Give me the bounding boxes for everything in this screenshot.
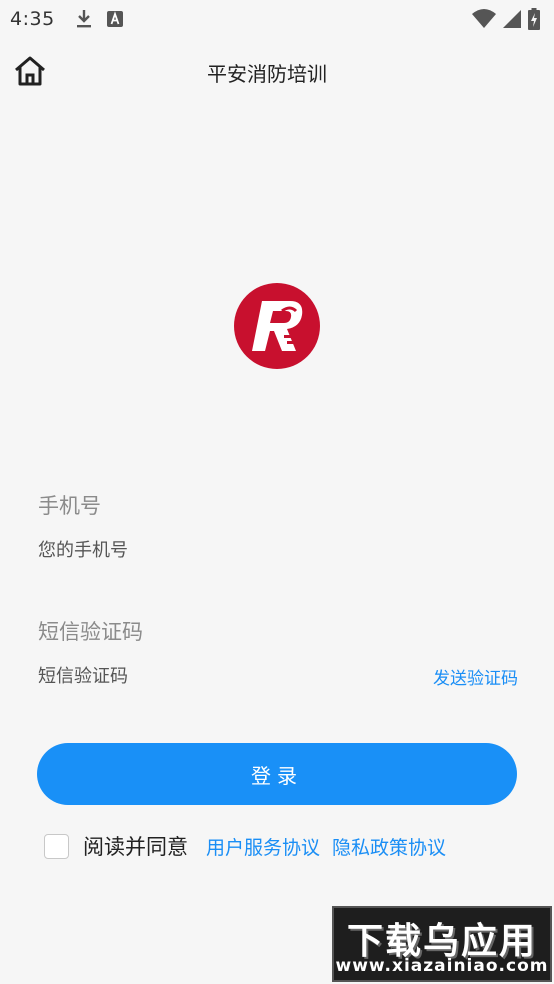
watermark: 下载乌应用 www.xiazainiao.com: [332, 906, 552, 982]
sms-code-input[interactable]: [38, 656, 398, 696]
signal-icon: [502, 9, 522, 29]
wifi-icon: [472, 9, 496, 29]
phone-label: 手机号: [38, 490, 518, 522]
watermark-url: www.xiazainiao.com: [334, 956, 550, 976]
battery-charging-icon: [528, 8, 540, 30]
agreement-row: 阅读并同意 用户服务协议 隐私政策协议: [44, 828, 458, 864]
app-logo: [232, 281, 322, 371]
title-bar: 平安消防培训: [0, 44, 554, 100]
status-bar: 4:35: [0, 0, 554, 38]
status-time: 4:35: [10, 8, 55, 30]
agree-checkbox[interactable]: [44, 834, 69, 859]
code-label: 短信验证码: [38, 616, 518, 648]
privacy-policy-link[interactable]: 隐私政策协议: [332, 833, 446, 860]
download-icon: [75, 9, 93, 29]
phone-input[interactable]: [38, 530, 398, 570]
page-title: 平安消防培训: [0, 58, 554, 87]
agree-text: 阅读并同意: [83, 831, 188, 861]
login-form: 手机号 短信验证码 发送验证码: [38, 490, 518, 704]
font-app-icon: [107, 11, 123, 27]
send-code-button[interactable]: 发送验证码: [433, 664, 518, 689]
user-agreement-link[interactable]: 用户服务协议: [206, 833, 320, 860]
login-button[interactable]: 登录: [37, 743, 517, 805]
